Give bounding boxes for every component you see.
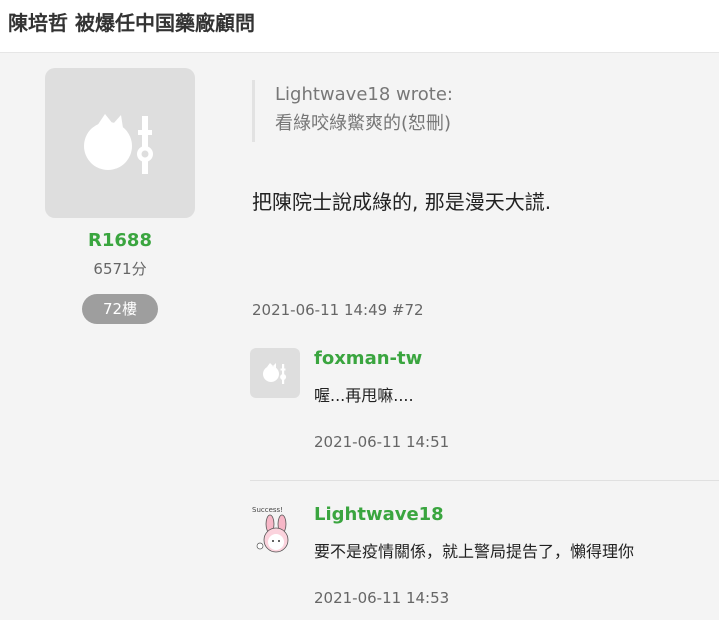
reply-avatar[interactable] bbox=[250, 348, 300, 398]
reply-item: Success! Lightwave18 要不是疫情關係，就上警局提告了，懶得理… bbox=[250, 504, 719, 620]
post-meta[interactable]: 2021-06-11 14:49 #72 bbox=[252, 301, 424, 319]
author-avatar[interactable] bbox=[45, 68, 195, 218]
quote-text: 看綠咬綠鱉爽的(恕刪) bbox=[275, 113, 452, 134]
top-bar: 陳培哲 被爆任中国藥廠顧問 bbox=[0, 0, 719, 53]
reply-username[interactable]: Lightwave18 bbox=[314, 504, 444, 525]
reply-time: 2021-06-11 14:51 bbox=[314, 433, 450, 451]
bunny-sticker-icon: Success! bbox=[252, 506, 289, 553]
reply-time: 2021-06-11 14:53 bbox=[314, 589, 450, 607]
author-name[interactable]: R1688 bbox=[45, 230, 195, 251]
reply-avatar[interactable]: Success! bbox=[250, 504, 300, 554]
divider bbox=[250, 480, 719, 481]
page-title: 陳培哲 被爆任中国藥廠顧問 bbox=[8, 11, 255, 35]
default-avatar-icon bbox=[263, 363, 287, 384]
reply-item: foxman-tw 喔...再甩嘛.... 2021-06-11 14:51 bbox=[250, 348, 719, 468]
reply-text: 喔...再甩嘛.... bbox=[314, 386, 414, 405]
quote-block: Lightwave18 wrote: 看綠咬綠鱉爽的(恕刪) bbox=[252, 80, 453, 142]
quote-author: Lightwave18 wrote: bbox=[275, 84, 453, 105]
svg-text:Success!: Success! bbox=[252, 506, 283, 514]
default-avatar-icon bbox=[84, 114, 153, 174]
reply-text: 要不是疫情關係，就上警局提告了，懶得理你 bbox=[314, 542, 635, 561]
post-body: 把陳院士說成綠的, 那是漫天大謊. bbox=[252, 190, 552, 214]
reply-username[interactable]: foxman-tw bbox=[314, 348, 422, 369]
author-points: 6571分 bbox=[93, 260, 147, 278]
floor-badge[interactable]: 72樓 bbox=[82, 294, 158, 324]
